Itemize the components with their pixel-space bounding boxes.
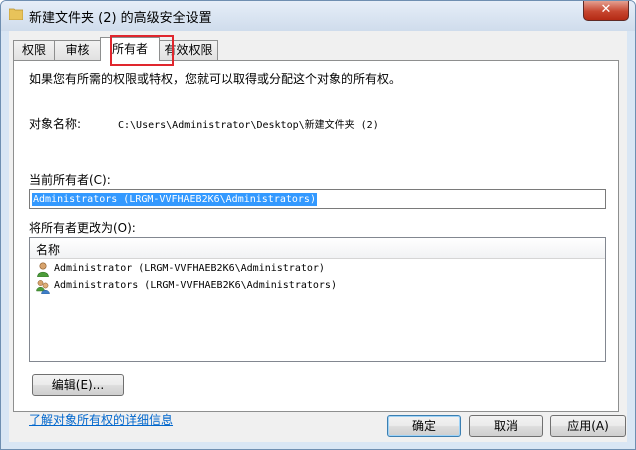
edit-button[interactable]: 编辑(E)... <box>32 374 124 396</box>
object-name-label: 对象名称: <box>29 117 82 131</box>
list-item-label: Administrators (LRGM-VVFHAEB2K6\Administ… <box>54 280 337 291</box>
list-header-label: 名称 <box>36 243 61 257</box>
tab-permissions[interactable]: 权限 <box>13 40 55 60</box>
owner-tab-panel: 如果您有所需的权限或特权，您就可以取得或分配这个对象的所有权。 对象名称: C:… <box>13 60 619 427</box>
close-button[interactable]: ✕ <box>583 1 629 21</box>
ok-button[interactable]: 确定 <box>387 415 461 437</box>
user-group-icon <box>36 280 50 294</box>
list-item[interactable]: Administrators (LRGM-VVFHAEB2K6\Administ… <box>30 278 605 295</box>
tab-auditing[interactable]: 审核 <box>54 40 101 60</box>
tab-owner[interactable]: 所有者 <box>100 37 160 61</box>
tab-effective-permissions[interactable]: 有效权限 <box>159 40 218 60</box>
single-user-icon <box>37 262 49 277</box>
current-owner-field[interactable]: Administrators (LRGM-VVFHAEB2K6\Administ… <box>29 189 606 209</box>
title-bar[interactable]: 新建文件夹 (2) 的高级安全设置 ✕ <box>1 1 635 31</box>
object-name-value: C:\Users\Administrator\Desktop\新建文件夹 (2) <box>118 120 379 131</box>
cancel-button[interactable]: 取消 <box>469 415 543 437</box>
change-owner-label: 将所有者更改为(O): <box>29 221 136 235</box>
dialog-body: 权限 审核 所有者 有效权限 如果您有所需的权限或特权，您就可以取得或分配这个对… <box>9 31 627 442</box>
current-owner-value: Administrators (LRGM-VVFHAEB2K6\Administ… <box>32 193 317 206</box>
list-item[interactable]: Administrator (LRGM-VVFHAEB2K6\Administr… <box>30 261 605 278</box>
window-title: 新建文件夹 (2) 的高级安全设置 <box>29 11 212 26</box>
apply-button[interactable]: 应用(A) <box>550 415 626 437</box>
folder-icon <box>9 8 23 20</box>
owner-list[interactable]: 名称 Administrator (LRGM-VVFHAEB2K6\Admini… <box>29 237 606 362</box>
intro-text: 如果您有所需的权限或特权，您就可以取得或分配这个对象的所有权。 <box>29 72 402 86</box>
learn-more-link[interactable]: 了解对象所有权的详细信息 <box>29 411 173 428</box>
list-item-label: Administrator (LRGM-VVFHAEB2K6\Administr… <box>54 263 325 274</box>
list-header-name[interactable]: 名称 <box>30 238 605 259</box>
advanced-security-window: 新建文件夹 (2) 的高级安全设置 ✕ 权限 审核 所有者 有效权限 如果您有所… <box>0 0 636 450</box>
current-owner-label: 当前所有者(C): <box>29 173 111 187</box>
close-icon: ✕ <box>600 2 612 17</box>
